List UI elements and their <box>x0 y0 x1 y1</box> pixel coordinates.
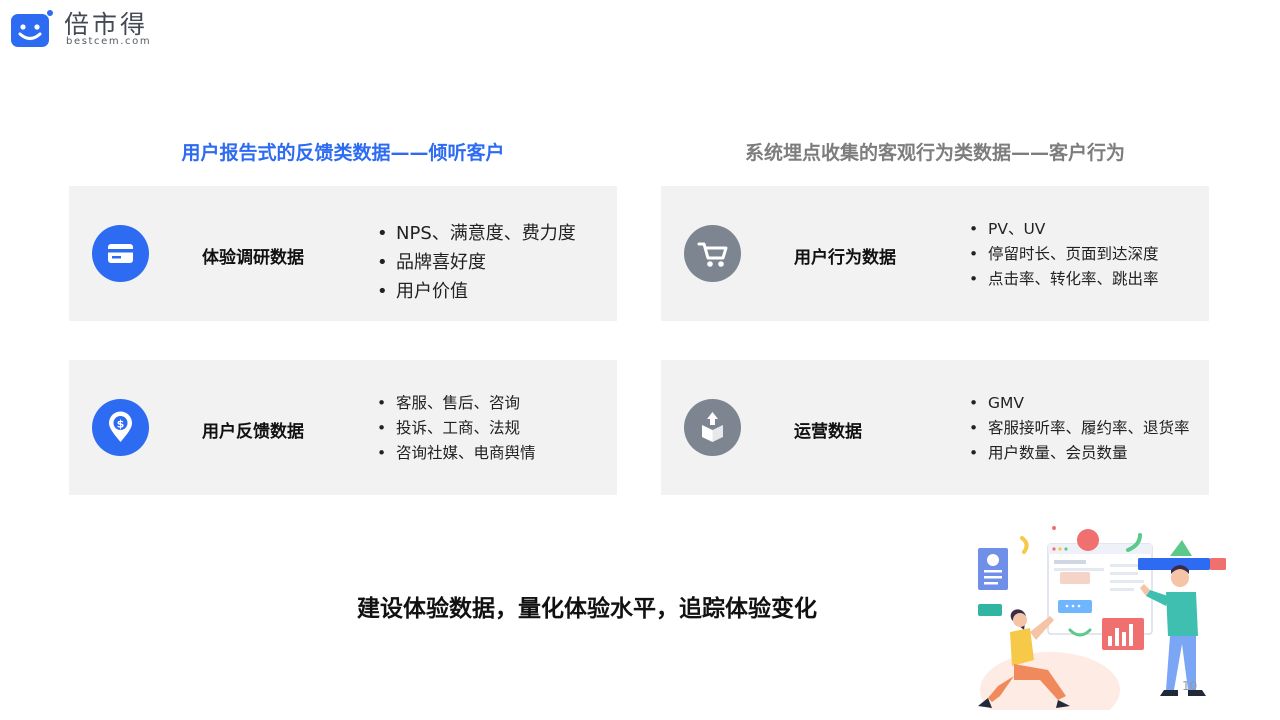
list-item: PV、UV <box>969 217 1159 242</box>
brand-logo[interactable]: 倍市得 bestcem.com <box>10 6 160 50</box>
section-heading-feedback: 用户报告式的反馈类数据——倾听客户 <box>181 142 505 164</box>
list-item: 客服、售后、咨询 <box>377 391 536 416</box>
card-item-list: PV、UV 停留时长、页面到达深度 点击率、转化率、跳出率 <box>969 217 1159 292</box>
brand-domain: bestcem.com <box>66 36 152 47</box>
card-operations-data: 运营数据 GMV 客服接听率、履约率、退货率 用户数量、会员数量 <box>661 360 1209 495</box>
card-feedback-data: $ 用户反馈数据 客服、售后、咨询 投诉、工商、法规 咨询社媒、电商舆情 <box>69 360 617 495</box>
card-item-list: 客服、售后、咨询 投诉、工商、法规 咨询社媒、电商舆情 <box>377 391 536 466</box>
list-item: GMV <box>969 391 1190 416</box>
slide-tagline: 建设体验数据，量化体验水平，追踪体验变化 <box>357 596 817 622</box>
card-title: 体验调研数据 <box>202 248 304 268</box>
card-title: 运营数据 <box>794 422 862 442</box>
card-survey-data: 体验调研数据 NPS、满意度、费力度 品牌喜好度 用户价值 <box>69 186 617 321</box>
svg-text:$: $ <box>117 418 125 431</box>
card-title: 用户反馈数据 <box>202 422 304 442</box>
card-title: 用户行为数据 <box>794 248 896 268</box>
card-item-list: GMV 客服接听率、履约率、退货率 用户数量、会员数量 <box>969 391 1190 466</box>
list-item: 停留时长、页面到达深度 <box>969 242 1159 267</box>
list-item: 用户价值 <box>377 277 576 306</box>
page-number: 10 <box>1182 679 1198 693</box>
list-item: 咨询社媒、电商舆情 <box>377 441 536 466</box>
section-heading-behavior: 系统埋点收集的客观行为类数据——客户行为 <box>744 142 1125 164</box>
package-box-icon <box>684 399 741 456</box>
list-item: 品牌喜好度 <box>377 248 576 277</box>
card-item-list: NPS、满意度、费力度 品牌喜好度 用户价值 <box>377 219 576 306</box>
smiley-chat-icon <box>11 10 53 47</box>
slide: 倍市得 bestcem.com 用户报告式的反馈类数据——倾听客户 系统埋点收集… <box>0 0 1280 720</box>
list-item: NPS、满意度、费力度 <box>377 219 576 248</box>
list-item: 投诉、工商、法规 <box>377 416 536 441</box>
shopping-cart-icon <box>684 225 741 282</box>
card-behavior-data: 用户行为数据 PV、UV 停留时长、页面到达深度 点击率、转化率、跳出率 <box>661 186 1209 321</box>
credit-card-icon <box>92 225 149 282</box>
list-item: 点击率、转化率、跳出率 <box>969 267 1159 292</box>
list-item: 客服接听率、履约率、退货率 <box>969 416 1190 441</box>
location-pin-dollar-icon: $ <box>92 399 149 456</box>
list-item: 用户数量、会员数量 <box>969 441 1190 466</box>
